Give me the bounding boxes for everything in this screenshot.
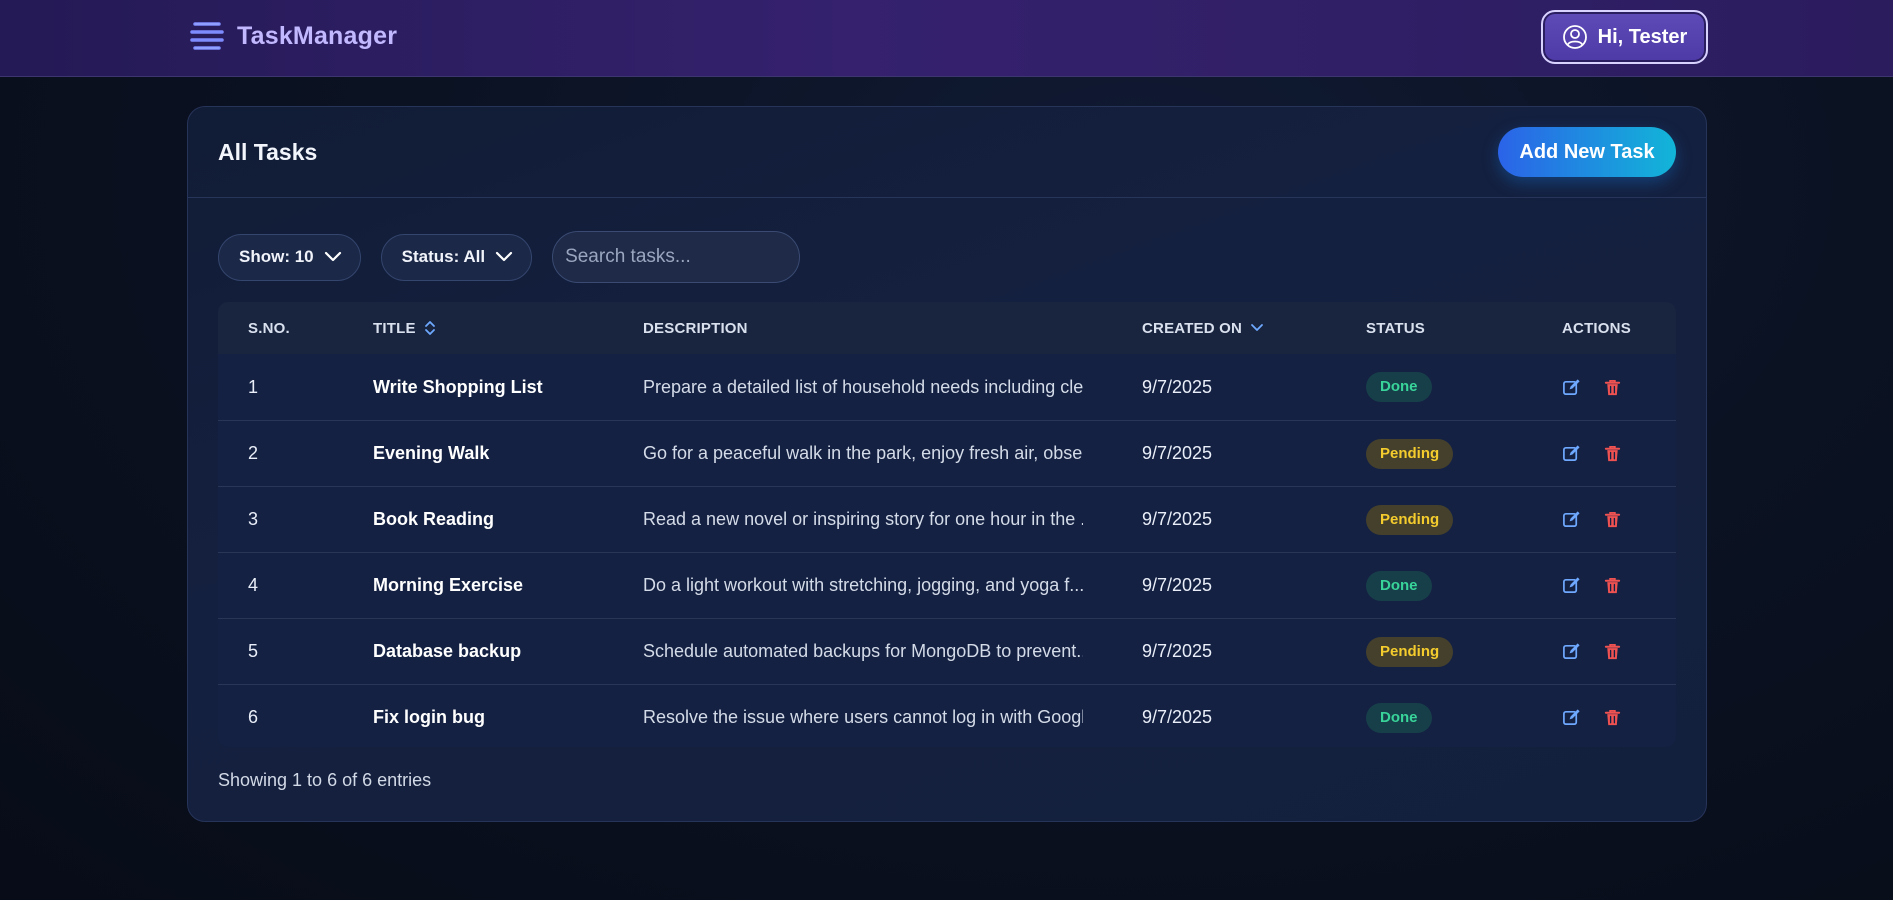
trash-icon[interactable] <box>1603 576 1622 595</box>
column-header-actions: ACTIONS <box>1562 319 1631 337</box>
filter-bar: Show: 10 Status: All <box>218 231 801 283</box>
row-description: Schedule automated backups for MongoDB t… <box>643 641 1083 661</box>
column-header-status: STATUS <box>1366 319 1425 337</box>
row-sno: 5 <box>248 641 259 661</box>
user-greeting: Hi, Tester <box>1597 25 1688 48</box>
table-header: S.NO. TITLE DESCRIPTION CREATED ON STATU… <box>218 302 1676 354</box>
table-row: 4 Morning Exercise Do a light workout wi… <box>218 552 1676 618</box>
row-created-on: 9/7/2025 <box>1142 443 1213 463</box>
column-header-description: DESCRIPTION <box>643 319 748 337</box>
row-created-on: 9/7/2025 <box>1142 509 1213 529</box>
tasks-card: All Tasks Add New Task Show: 10 Status: … <box>187 106 1707 822</box>
row-title: Database backup <box>373 641 522 661</box>
row-actions <box>1562 708 1622 727</box>
status-badge: Done <box>1366 372 1432 402</box>
row-title: Evening Walk <box>373 443 490 463</box>
row-title: Fix login bug <box>373 707 485 727</box>
brand[interactable]: TaskManager <box>189 19 397 53</box>
edit-icon[interactable] <box>1562 642 1581 661</box>
column-header-sno: S.NO. <box>248 319 290 337</box>
status-badge: Done <box>1366 702 1432 733</box>
user-circle-icon <box>1562 25 1587 49</box>
edit-icon[interactable] <box>1562 444 1581 463</box>
page-title: All Tasks <box>218 138 318 165</box>
row-sno: 4 <box>248 575 259 595</box>
pagination-info: Showing 1 to 6 of 6 entries <box>218 770 432 790</box>
status-badge: Pending <box>1366 438 1454 469</box>
show-entries-select[interactable]: Show: 10 <box>218 233 361 281</box>
table-row: 2 Evening Walk Go for a peaceful walk in… <box>218 420 1676 486</box>
row-title: Book Reading <box>373 509 495 529</box>
trash-icon[interactable] <box>1603 444 1622 463</box>
row-actions <box>1562 378 1622 397</box>
row-created-on: 9/7/2025 <box>1142 376 1213 397</box>
status-badge: Pending <box>1366 636 1454 667</box>
row-description: Read a new novel or inspiring story for … <box>643 509 1083 529</box>
column-header-title[interactable]: TITLE <box>373 320 436 337</box>
row-created-on: 9/7/2025 <box>1142 641 1213 661</box>
edit-icon[interactable] <box>1562 708 1581 727</box>
status-filter-label: Status: All <box>401 247 486 266</box>
brand-name: TaskManager <box>237 21 398 50</box>
table-row: 3 Book Reading Read a new novel or inspi… <box>218 486 1676 552</box>
trash-icon[interactable] <box>1603 642 1622 661</box>
row-actions <box>1562 576 1622 595</box>
sort-icon <box>424 321 435 335</box>
column-header-title-label: TITLE <box>373 319 416 337</box>
trash-icon[interactable] <box>1603 510 1622 529</box>
status-badge: Pending <box>1366 504 1454 535</box>
edit-icon[interactable] <box>1562 576 1581 595</box>
trash-icon[interactable] <box>1603 378 1622 397</box>
row-created-on: 9/7/2025 <box>1142 707 1213 727</box>
column-header-created-label: CREATED ON <box>1142 319 1243 337</box>
row-sno: 2 <box>248 443 259 463</box>
column-header-created-on[interactable]: CREATED ON <box>1142 320 1264 337</box>
list-icon <box>190 22 224 50</box>
show-entries-label: Show: 10 <box>239 247 314 266</box>
edit-icon[interactable] <box>1562 510 1581 529</box>
chevron-down-icon <box>324 251 341 262</box>
status-badge: Done <box>1366 570 1432 601</box>
row-description: Resolve the issue where users cannot log… <box>643 707 1083 727</box>
tasks-table: S.NO. TITLE DESCRIPTION CREATED ON STATU… <box>218 302 1676 747</box>
row-sno: 1 <box>248 376 259 397</box>
table-row: 1 Write Shopping List Prepare a detailed… <box>218 354 1676 420</box>
table-row: 6 Fix login bug Resolve the issue where … <box>218 684 1676 747</box>
chevron-down-icon <box>495 251 513 262</box>
row-actions <box>1562 510 1622 529</box>
row-description: Do a light workout with stretching, jogg… <box>643 575 1083 595</box>
row-actions <box>1562 444 1622 463</box>
row-sno: 3 <box>248 509 259 529</box>
row-created-on: 9/7/2025 <box>1142 575 1213 595</box>
row-title: Morning Exercise <box>373 575 524 595</box>
card-header: All Tasks Add New Task <box>188 107 1706 198</box>
chevron-down-icon <box>1251 324 1263 331</box>
trash-icon[interactable] <box>1603 708 1622 727</box>
row-description: Prepare a detailed list of household nee… <box>643 376 1083 397</box>
row-title: Write Shopping List <box>373 376 543 397</box>
row-description: Go for a peaceful walk in the park, enjo… <box>643 443 1083 463</box>
add-new-task-button[interactable]: Add New Task <box>1498 127 1676 177</box>
table-row: 5 Database backup Schedule automated bac… <box>218 618 1676 684</box>
row-actions <box>1562 642 1622 661</box>
top-navbar: TaskManager Hi, Tester <box>0 0 1893 77</box>
edit-icon[interactable] <box>1562 378 1581 397</box>
search-input[interactable] <box>552 231 801 283</box>
row-sno: 6 <box>248 707 259 727</box>
user-menu-button[interactable]: Hi, Tester <box>1541 10 1708 64</box>
status-filter-select[interactable]: Status: All <box>380 233 533 281</box>
